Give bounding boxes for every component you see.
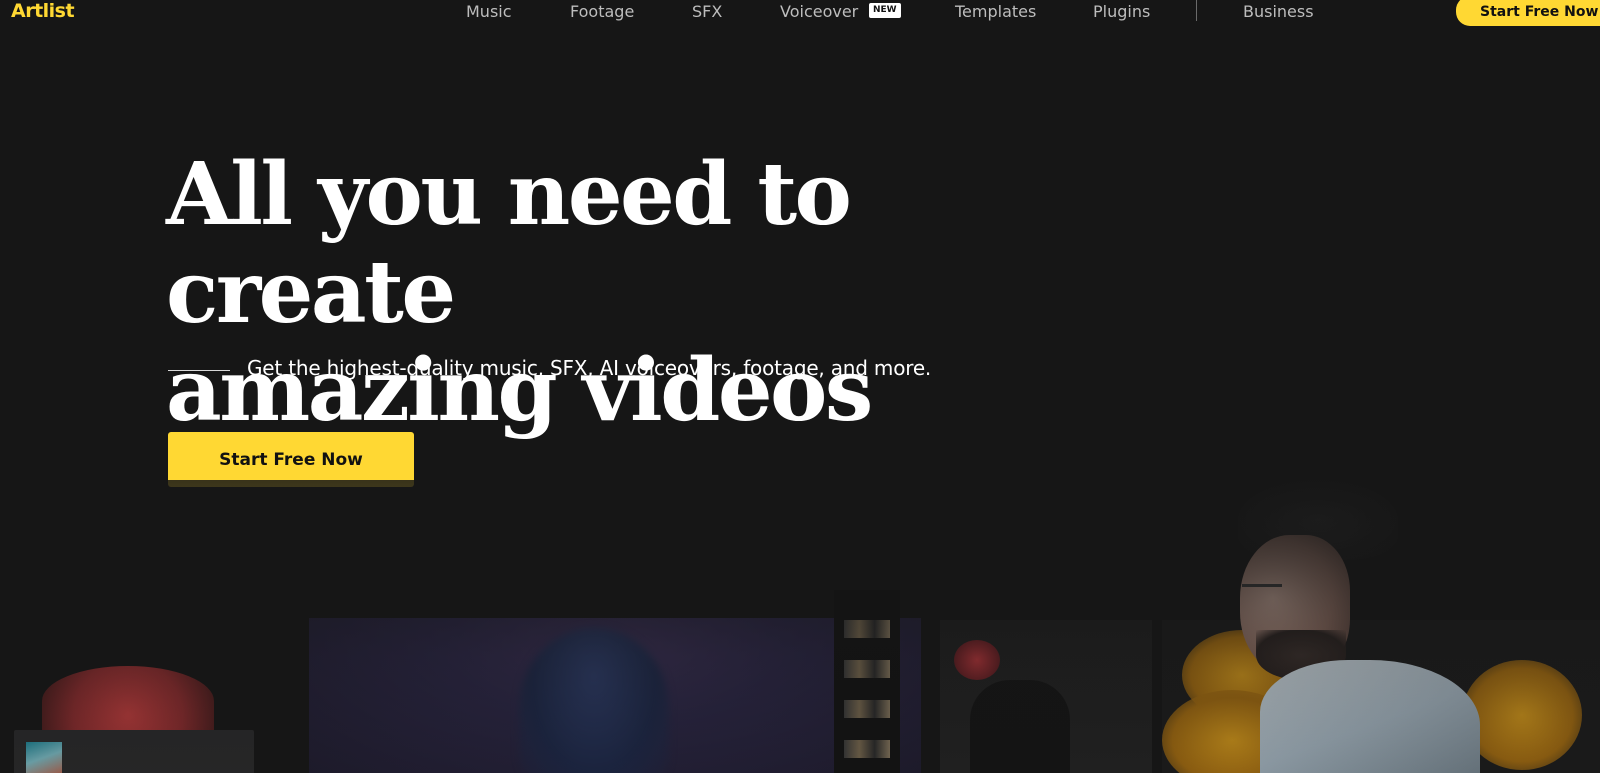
nav-link-templates[interactable]: Templates [955, 2, 1036, 21]
portrait-glasses [1242, 584, 1282, 587]
singer-hair [954, 640, 1000, 680]
top-navigation-bar: Artlist Music Footage SFX Voiceover NEW … [0, 0, 1600, 26]
artlist-logo[interactable]: Artlist [11, 0, 75, 22]
rack-shelf [844, 740, 890, 758]
hero-start-free-button[interactable]: Start Free Now [168, 432, 414, 487]
raspberry-image [42, 666, 214, 736]
equipment-rack-image [834, 590, 900, 773]
video-preview-image [309, 618, 921, 773]
portrait-shirt [1260, 660, 1480, 773]
hero-title-line-1: All you need to create [166, 144, 852, 343]
nav-divider [1196, 0, 1197, 21]
nav-link-voiceover[interactable]: Voiceover [780, 2, 858, 21]
singer-body [970, 680, 1070, 773]
nav-link-plugins[interactable]: Plugins [1093, 2, 1150, 21]
album-thumbnail [26, 742, 62, 773]
nav-link-business[interactable]: Business [1243, 2, 1314, 21]
nav-link-sfx[interactable]: SFX [692, 2, 722, 21]
hero-subtitle: Get the highest-quality music, SFX, AI v… [247, 356, 932, 380]
hero-collage-image [0, 480, 1600, 773]
music-player-card [14, 730, 254, 773]
subtitle-rule [168, 370, 230, 371]
page: Artlist Music Footage SFX Voiceover NEW … [0, 0, 1600, 773]
rack-shelf [844, 660, 890, 678]
hero-title: All you need to create amazing videos [166, 146, 1066, 440]
new-badge: NEW [869, 3, 901, 18]
video-figure [519, 628, 669, 773]
header-start-free-button[interactable]: Start Free Now [1456, 0, 1600, 26]
singer-image [940, 620, 1152, 773]
rack-shelf [844, 620, 890, 638]
creator-portrait-image [1220, 480, 1520, 773]
nav-link-footage[interactable]: Footage [570, 2, 634, 21]
rack-shelf [844, 700, 890, 718]
nav-link-music[interactable]: Music [466, 2, 512, 21]
